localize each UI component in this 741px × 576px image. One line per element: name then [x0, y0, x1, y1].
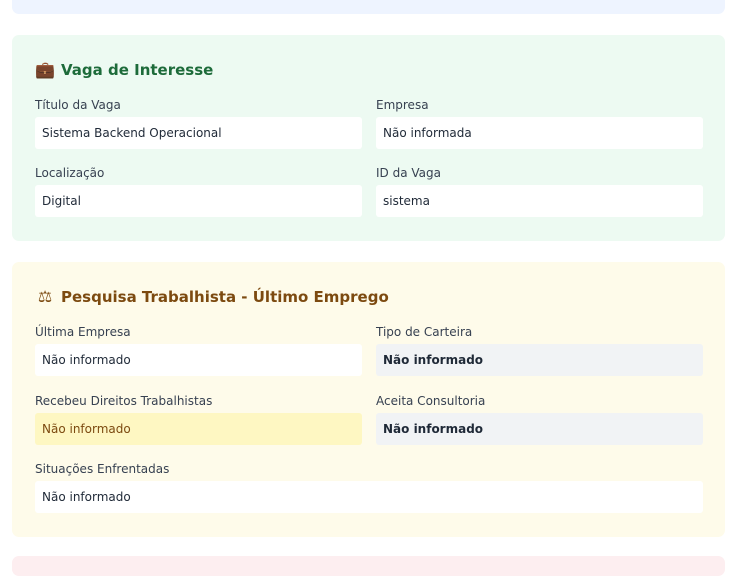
- recebeu-direitos-label: Recebeu Direitos Trabalhistas: [35, 394, 213, 408]
- trabalhista-section-title: ⚖ Pesquisa Trabalhista - Último Emprego: [35, 287, 389, 306]
- aceita-consultoria-label: Aceita Consultoria: [376, 394, 486, 408]
- titulo-vaga-label: Título da Vaga: [35, 98, 121, 112]
- situacoes-label: Situações Enfrentadas: [35, 462, 170, 476]
- situacoes-value: Não informado: [35, 481, 703, 513]
- localizacao-label: Localização: [35, 166, 105, 180]
- pesquisa-trabalhista-section: ⚖ Pesquisa Trabalhista - Último Emprego …: [12, 262, 725, 537]
- titulo-vaga-value: Sistema Backend Operacional: [35, 117, 362, 149]
- id-vaga-field: ID da Vaga sistema: [376, 166, 703, 217]
- aceita-consultoria-value: Não informado: [376, 413, 703, 445]
- localizacao-field: Localização Digital: [35, 166, 362, 217]
- ultima-empresa-value: Não informado: [35, 344, 362, 376]
- tipo-carteira-value: Não informado: [376, 344, 703, 376]
- situacoes-field: Situações Enfrentadas Não informado: [35, 462, 703, 513]
- trabalhista-title-text: Pesquisa Trabalhista - Último Emprego: [61, 287, 389, 306]
- titulo-vaga-field: Título da Vaga Sistema Backend Operacion…: [35, 98, 362, 149]
- briefcase-icon: 💼: [35, 60, 55, 79]
- id-vaga-value: sistema: [376, 185, 703, 217]
- empresa-value: Não informada: [376, 117, 703, 149]
- tipo-carteira-label: Tipo de Carteira: [376, 325, 473, 339]
- ultima-empresa-label: Última Empresa: [35, 325, 131, 339]
- balance-scale-icon: ⚖: [37, 287, 53, 306]
- recebeu-direitos-field: Recebeu Direitos Trabalhistas Não inform…: [35, 394, 362, 445]
- aceita-consultoria-field: Aceita Consultoria Não informado: [376, 394, 703, 445]
- previous-section-card: [12, 0, 725, 14]
- tipo-carteira-field: Tipo de Carteira Não informado: [376, 325, 703, 376]
- localizacao-value: Digital: [35, 185, 362, 217]
- ultima-empresa-field: Última Empresa Não informado: [35, 325, 362, 376]
- vaga-section-title: 💼 Vaga de Interesse: [35, 60, 213, 79]
- id-vaga-label: ID da Vaga: [376, 166, 441, 180]
- vaga-title-text: Vaga de Interesse: [61, 60, 214, 79]
- empresa-field: Empresa Não informada: [376, 98, 703, 149]
- next-section-card: [12, 556, 725, 576]
- empresa-label: Empresa: [376, 98, 429, 112]
- vaga-interesse-section: 💼 Vaga de Interesse Título da Vaga Siste…: [12, 35, 725, 241]
- recebeu-direitos-value: Não informado: [35, 413, 362, 445]
